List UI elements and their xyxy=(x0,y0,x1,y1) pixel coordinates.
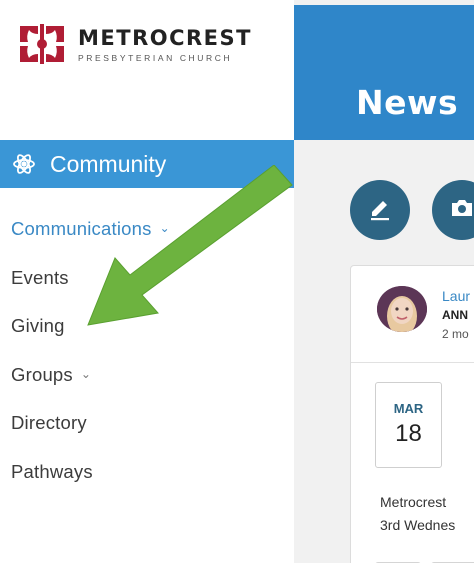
atom-icon xyxy=(12,152,36,176)
sidebar-item-directory[interactable]: Directory xyxy=(11,399,170,448)
sidebar-section-community[interactable]: Community xyxy=(0,140,294,188)
page-title: News xyxy=(356,83,459,122)
pencil-icon xyxy=(367,195,393,226)
post-text-line: Metrocrest xyxy=(380,494,447,510)
chevron-down-icon: ⌄ xyxy=(80,366,92,381)
sidebar-item-groups[interactable]: Groups ⌄ xyxy=(11,351,170,400)
brand-name: METROCREST xyxy=(78,25,252,50)
sidebar-item-label: Giving xyxy=(11,315,65,337)
sidebar-item-label: Directory xyxy=(11,412,87,434)
post-timestamp: 2 mo xyxy=(442,327,469,341)
photo-button[interactable] xyxy=(432,180,474,240)
church-logo[interactable]: METROCREST PRESBYTERIAN CHURCH xyxy=(18,22,252,66)
post-category: ANN xyxy=(442,308,468,322)
sidebar-item-label: Communications xyxy=(11,218,152,240)
sidebar-item-label: Events xyxy=(11,266,69,288)
event-date-badge: MAR 18 xyxy=(375,382,442,468)
post-text-line: 3rd Wednes xyxy=(380,517,456,533)
page-header: News xyxy=(294,5,474,140)
sidebar-item-communications[interactable]: Communications ⌄ xyxy=(11,205,170,254)
divider xyxy=(351,362,474,363)
sidebar: METROCREST PRESBYTERIAN CHURCH Community… xyxy=(0,0,294,563)
news-post-card: Laur ANN 2 mo MAR 18 Metrocrest 3rd Wedn… xyxy=(350,265,474,563)
date-month: MAR xyxy=(393,401,424,416)
date-day: 18 xyxy=(395,420,422,447)
chevron-down-icon: ⌄ xyxy=(159,221,170,236)
post-text: Metrocrest 3rd Wednes xyxy=(380,491,455,537)
brand-subtitle: PRESBYTERIAN CHURCH xyxy=(78,52,233,63)
avatar[interactable] xyxy=(377,286,427,332)
camera-icon xyxy=(449,195,474,226)
sidebar-item-label: Groups xyxy=(11,363,73,385)
compose-button[interactable] xyxy=(350,180,410,240)
post-author-link[interactable]: Laur xyxy=(442,288,470,304)
sidebar-section-label: Community xyxy=(50,150,167,177)
sidebar-item-label: Pathways xyxy=(11,460,93,482)
cross-logo-icon xyxy=(18,22,66,66)
sidebar-nav: Communications ⌄ Events Giving Groups ⌄ … xyxy=(11,205,170,496)
sidebar-item-giving[interactable]: Giving xyxy=(11,302,170,351)
sidebar-item-events[interactable]: Events xyxy=(11,254,170,303)
sidebar-item-pathways[interactable]: Pathways xyxy=(11,448,170,497)
main-content: News Laur ANN 2 mo MAR 18 Metrocrest 3rd… xyxy=(294,0,474,563)
